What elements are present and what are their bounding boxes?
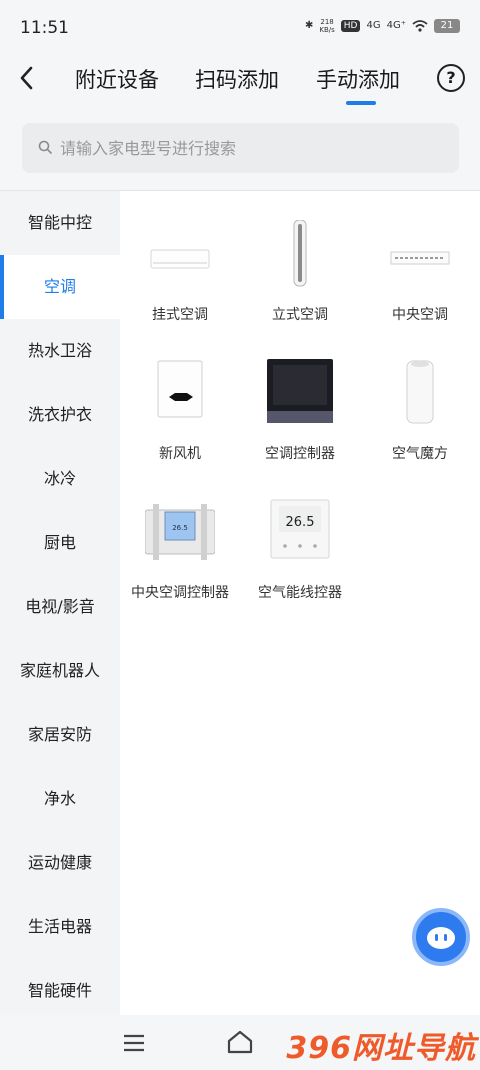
ac-controller-image: [267, 359, 333, 423]
standing-ac-image: [293, 220, 307, 287]
sidebar-item-laundry[interactable]: 洗衣护衣: [0, 383, 120, 447]
sidebar-item-label: 家居安防: [27, 725, 92, 744]
assistant-robot-button[interactable]: [412, 908, 470, 966]
device-wall-ac[interactable]: 挂式空调: [120, 200, 240, 330]
signal-icon-1: 4G: [366, 20, 381, 31]
menu-icon[interactable]: [122, 1033, 146, 1053]
sidebar-item-security[interactable]: 家居安防: [0, 703, 120, 767]
header: 附近设备 扫码添加 手动添加 ?: [0, 56, 480, 110]
device-fresh-air[interactable]: 新风机: [120, 339, 240, 469]
system-nav-bar: 396网址导航: [0, 1015, 480, 1070]
device-label: 空调控制器: [265, 446, 335, 462]
active-tab-indicator: [346, 101, 376, 105]
device-label: 中央空调控制器: [131, 585, 229, 601]
sidebar-item-label: 厨电: [43, 533, 76, 552]
device-standing-ac[interactable]: 立式空调: [240, 200, 360, 330]
sidebar-item-smart-hardware[interactable]: 智能硬件: [0, 959, 120, 1015]
sidebar-item-label: 热水卫浴: [27, 341, 92, 360]
tab-manual-add[interactable]: 手动添加: [316, 64, 400, 94]
heat-pump-screen-text: 26.5: [286, 515, 315, 530]
device-ac-controller[interactable]: 空调控制器: [240, 339, 360, 469]
central-ac-controller-image: 26.5: [145, 504, 215, 560]
watermark-text: 396网址导航: [286, 1031, 476, 1066]
sidebar-item-tv-audio[interactable]: 电视/影音: [0, 575, 120, 639]
sidebar-item-smart-hub[interactable]: 智能中控: [0, 191, 120, 255]
device-label: 空气魔方: [392, 446, 448, 462]
sidebar-item-label: 智能中控: [27, 213, 92, 232]
device-central-ac[interactable]: 中央空调: [360, 200, 480, 330]
sidebar-item-label: 冰冷: [43, 469, 76, 488]
device-label: 立式空调: [272, 307, 328, 323]
robot-face-icon: [427, 927, 455, 949]
status-bar: 11:51 ✱ 218 KB/s HD 4G 4G⁺ 21: [0, 0, 480, 56]
sidebar-item-label: 生活电器: [27, 917, 92, 936]
home-icon[interactable]: [226, 1029, 254, 1055]
sidebar-item-label: 电视/影音: [25, 597, 95, 616]
sidebar-item-label: 净水: [43, 789, 76, 808]
active-category-indicator: [0, 255, 4, 319]
sidebar-item-water-purifier[interactable]: 净水: [0, 767, 120, 831]
sidebar-item-label: 洗衣护衣: [27, 405, 92, 424]
central-controller-screen-text: 26.5: [172, 524, 188, 532]
tab-scan-add[interactable]: 扫码添加: [195, 64, 279, 94]
search-bar[interactable]: [22, 123, 459, 173]
device-central-ac-controller[interactable]: 26.5 中央空调控制器: [120, 478, 240, 608]
sidebar-item-water-heater[interactable]: 热水卫浴: [0, 319, 120, 383]
signal-icon-2: 4G⁺: [386, 20, 406, 31]
sidebar-item-appliances[interactable]: 生活电器: [0, 895, 120, 959]
bluetooth-icon: ✱: [304, 20, 314, 31]
sidebar-item-air-conditioner[interactable]: 空调: [0, 255, 120, 319]
back-icon[interactable]: [14, 64, 42, 92]
sidebar-item-label: 家庭机器人: [19, 661, 100, 680]
status-icons: ✱ 218 KB/s HD 4G 4G⁺ 21: [305, 18, 460, 34]
sidebar-item-fitness[interactable]: 运动健康: [0, 831, 120, 895]
wifi-icon: [412, 20, 428, 32]
search-icon: [38, 140, 52, 154]
search-input[interactable]: [60, 123, 450, 173]
hd-badge: HD: [340, 20, 361, 32]
device-label: 挂式空调: [152, 307, 208, 323]
sidebar-item-home-robot[interactable]: 家庭机器人: [0, 639, 120, 703]
sidebar-item-label: 空调: [43, 277, 76, 296]
wall-ac-image: [150, 249, 210, 269]
device-heat-pump-controller[interactable]: 26.5 空气能线控器: [240, 478, 360, 608]
sidebar-item-refrigeration[interactable]: 冰冷: [0, 447, 120, 511]
sidebar-item-label: 运动健康: [27, 853, 92, 872]
heat-pump-controller-image: 26.5: [270, 499, 330, 559]
network-speed: 218 KB/s: [319, 18, 335, 34]
status-time: 11:51: [20, 18, 69, 38]
device-label: 新风机: [159, 446, 201, 462]
tab-nearby-devices[interactable]: 附近设备: [75, 64, 159, 94]
central-ac-image: [390, 251, 450, 265]
sidebar-item-kitchen[interactable]: 厨电: [0, 511, 120, 575]
help-icon[interactable]: ?: [437, 64, 465, 92]
device-air-cube[interactable]: 空气魔方: [360, 339, 480, 469]
device-label: 中央空调: [392, 307, 448, 323]
category-sidebar: 智能中控 空调 热水卫浴 洗衣护衣 冰冷 厨电 电视/影音 家庭机器人 家居安防…: [0, 191, 120, 1015]
sidebar-item-label: 智能硬件: [27, 981, 92, 1000]
fresh-air-image: [157, 360, 203, 418]
battery-icon: 21: [434, 19, 460, 33]
device-label: 空气能线控器: [258, 585, 342, 601]
air-cube-image: [406, 360, 434, 424]
device-grid: 挂式空调 立式空调 中央空调 新风机 空调控制器 空气魔方 26.5 中央空调控…: [120, 191, 480, 1015]
